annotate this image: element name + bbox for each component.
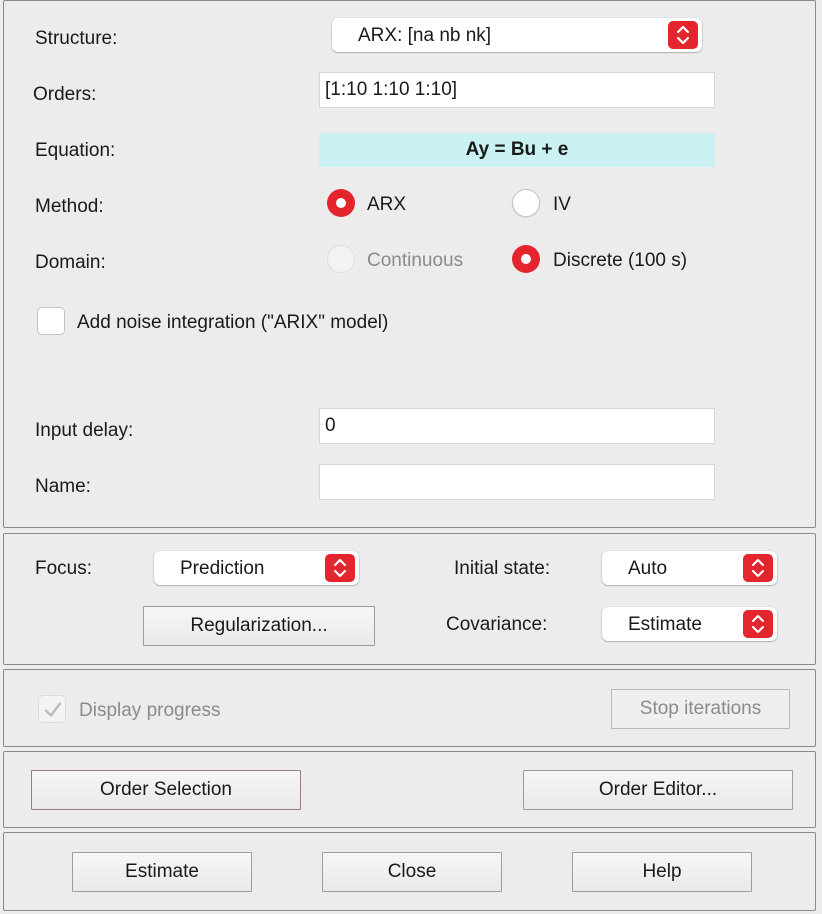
- covariance-label: Covariance:: [446, 614, 548, 635]
- actions-panel: Estimate Close Help: [3, 832, 816, 911]
- input-delay-label: Input delay:: [35, 420, 134, 441]
- structure-panel: Structure: ARX: [na nb nk] Orders: Equat…: [3, 0, 816, 528]
- focus-popup[interactable]: Prediction: [154, 551, 359, 585]
- display-progress-checkbox[interactable]: [38, 695, 66, 723]
- checkmark-icon: [44, 702, 62, 717]
- method-label: Method:: [35, 196, 104, 217]
- input-delay-input[interactable]: [319, 408, 715, 444]
- progress-panel: Display progress Stop iterations: [3, 669, 816, 747]
- equation-display: Ay = Bu + e: [319, 133, 715, 167]
- name-label: Name:: [35, 476, 91, 497]
- order-panel: Order Selection Order Editor...: [3, 751, 816, 828]
- domain-discrete-label: Discrete (100 s): [553, 250, 688, 271]
- covariance-popup-value: Estimate: [628, 614, 702, 635]
- focus-popup-value: Prediction: [180, 558, 265, 579]
- domain-discrete-radio[interactable]: [512, 245, 540, 273]
- stop-iterations-button[interactable]: Stop iterations: [611, 689, 790, 729]
- updown-arrows-icon: [668, 21, 698, 49]
- domain-continuous-label: Continuous: [367, 250, 464, 271]
- updown-arrows-icon: [743, 610, 773, 638]
- name-input[interactable]: [319, 464, 715, 500]
- options-panel: Focus: Prediction Initial state: Auto Re…: [3, 533, 816, 665]
- method-arx-label: ARX: [367, 194, 407, 215]
- updown-arrows-icon: [743, 554, 773, 582]
- order-selection-button[interactable]: Order Selection: [31, 770, 301, 810]
- equation-label: Equation:: [35, 140, 116, 161]
- order-editor-button[interactable]: Order Editor...: [523, 770, 793, 810]
- focus-label: Focus:: [35, 558, 93, 579]
- initial-state-label: Initial state:: [454, 558, 551, 579]
- covariance-popup[interactable]: Estimate: [602, 607, 777, 641]
- display-progress-label: Display progress: [79, 700, 221, 721]
- orders-label: Orders:: [33, 84, 97, 105]
- noise-integration-checkbox[interactable]: [37, 307, 65, 335]
- method-iv-radio[interactable]: [512, 189, 540, 217]
- method-iv-label: IV: [553, 194, 571, 215]
- orders-input[interactable]: [319, 72, 715, 108]
- updown-arrows-icon: [325, 554, 355, 582]
- domain-label: Domain:: [35, 252, 106, 273]
- structure-popup-value: ARX: [na nb nk]: [358, 25, 492, 46]
- estimate-button[interactable]: Estimate: [72, 852, 252, 892]
- structure-popup[interactable]: ARX: [na nb nk]: [332, 18, 702, 52]
- initial-state-popup[interactable]: Auto: [602, 551, 777, 585]
- help-button[interactable]: Help: [572, 852, 752, 892]
- noise-integration-label: Add noise integration ("ARIX" model): [77, 312, 389, 333]
- method-arx-radio[interactable]: [327, 189, 355, 217]
- initial-state-popup-value: Auto: [628, 558, 668, 579]
- domain-continuous-radio[interactable]: [327, 245, 355, 273]
- structure-label: Structure:: [35, 28, 118, 49]
- regularization-button[interactable]: Regularization...: [143, 606, 375, 646]
- close-button[interactable]: Close: [322, 852, 502, 892]
